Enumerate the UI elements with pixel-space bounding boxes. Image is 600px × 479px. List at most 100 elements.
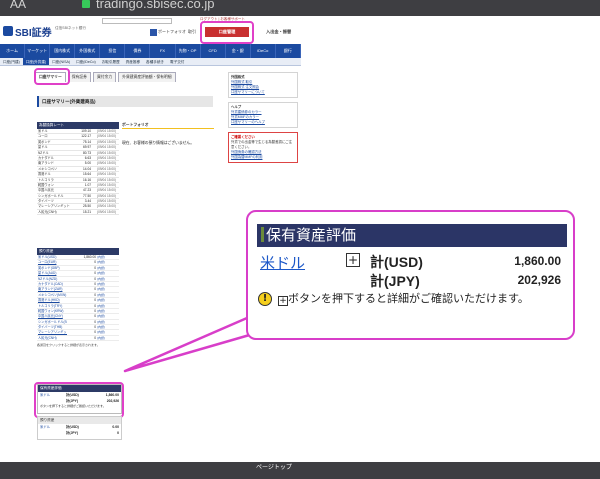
holding-currency-link[interactable]: ユーロ(EUR) bbox=[37, 260, 67, 264]
rate-currency: 韓国ウォン bbox=[38, 182, 54, 187]
url-text[interactable]: tradingo.sbisec.co.jp bbox=[96, 0, 215, 11]
holding-detail-link[interactable]: (内訳) bbox=[97, 287, 119, 291]
holding-detail-link[interactable]: (内訳) bbox=[97, 304, 119, 308]
nav-item[interactable]: 債券 bbox=[125, 44, 151, 58]
rate-value: 1.07 bbox=[84, 182, 91, 187]
holding-currency-link[interactable]: 香港ドル(HKD) bbox=[37, 298, 67, 302]
tab-buying-power[interactable]: 買付余力 bbox=[92, 72, 117, 82]
subnav-item[interactable]: 電子交付 bbox=[167, 58, 187, 65]
nav-item[interactable]: マーケット bbox=[25, 44, 51, 58]
right-sidebar: 外国株式 外国株式 取引 外国株式 注文照会 口座サマリーについて ヘルプ 外貨… bbox=[228, 72, 298, 167]
holding-detail-link[interactable]: (内訳) bbox=[97, 320, 119, 324]
nav-item[interactable]: 銀行 bbox=[276, 44, 301, 58]
holding-detail-link[interactable]: (内訳) bbox=[97, 266, 119, 270]
holding-detail-link[interactable]: (内訳) bbox=[97, 293, 119, 297]
rate-time: (09/04 15:00) bbox=[97, 204, 116, 209]
holding-detail-link[interactable]: (内訳) bbox=[97, 260, 119, 264]
subnav-item[interactable]: 各種手続き bbox=[143, 58, 167, 65]
rate-time: (09/04 15:00) bbox=[97, 139, 116, 144]
holding-currency-link[interactable]: 人民元(CNH) bbox=[37, 336, 67, 340]
nav-item[interactable]: 国内株式 bbox=[50, 44, 76, 58]
subnav-item[interactable]: お取引履歴 bbox=[99, 58, 123, 65]
holding-value: 0 bbox=[94, 276, 96, 281]
holding-detail-link[interactable]: (内訳) bbox=[97, 277, 119, 281]
currency-link-usd[interactable]: 米ドル bbox=[260, 252, 305, 273]
lock-icon bbox=[82, 0, 90, 8]
holdings-panel: 預り資産 米ドル(USD) 1,860.00 (内訳) ユーロ(EUR) 0 (内訳) 英ポ… bbox=[37, 248, 119, 347]
rate-value: 3.44 bbox=[84, 199, 91, 204]
holding-currency-link[interactable]: メキシコペソ(MXN) bbox=[37, 293, 67, 297]
rate-value: 80.73 bbox=[83, 150, 91, 155]
holding-currency-link[interactable]: NZドル(NZD) bbox=[37, 277, 67, 281]
holding-currency-link[interactable]: 南アランド(ZAR) bbox=[37, 287, 67, 291]
holding-value: 0 bbox=[94, 319, 96, 324]
subnav-item-active[interactable]: 口座(外貨建) bbox=[22, 58, 50, 65]
subnav-item[interactable]: 口座(iDeCo) bbox=[73, 58, 99, 65]
rate-value: 122.17 bbox=[81, 134, 91, 139]
nav-item[interactable]: 先物・OP bbox=[176, 44, 201, 58]
sidebar-link[interactable]: 口座サマリーについて bbox=[231, 90, 295, 95]
rate-value: 5.00 bbox=[84, 161, 91, 166]
holding-currency-link[interactable]: カナダドル(CAD) bbox=[37, 282, 67, 286]
rate-value: 15.64 bbox=[83, 172, 91, 177]
nav-item[interactable]: ホーム bbox=[0, 44, 26, 58]
nav-item[interactable]: FX bbox=[150, 44, 176, 58]
page-top-link[interactable]: ページトップ bbox=[256, 462, 292, 471]
holding-detail-link[interactable]: (内訳) bbox=[97, 255, 119, 259]
subnav-item[interactable]: 口座(NISA) bbox=[49, 58, 73, 65]
browser-url-bar[interactable]: AA tradingo.sbisec.co.jp bbox=[0, 0, 600, 16]
tab-foreign-assets[interactable]: 外貨建資産評価額・保有明細 bbox=[118, 72, 176, 82]
portfolio-message: 現在、お客様の預り情報はございません。 bbox=[122, 141, 195, 145]
nav-item[interactable]: 外国株式 bbox=[75, 44, 101, 58]
sidebar-box-help: ヘルプ 外貨建債券のカラー 外貨MMFのカラー 口座サマリーのヘルプ bbox=[228, 102, 298, 128]
holding-currency-link[interactable]: 英ポンド(GBP) bbox=[37, 266, 67, 270]
sidebar-link[interactable]: 口座サマリーのヘルプ bbox=[231, 120, 295, 125]
torihiki-button[interactable]: 取引 bbox=[188, 29, 196, 35]
holding-currency-link[interactable]: 韓国ウォン(KRW) bbox=[37, 309, 67, 313]
tab-holdings[interactable]: 保有証券 bbox=[67, 72, 91, 82]
holding-currency-link[interactable]: 豪ドル(AUD) bbox=[37, 271, 67, 275]
holding-detail-link[interactable]: (内訳) bbox=[97, 282, 119, 286]
nav-item[interactable]: iDeCo bbox=[251, 44, 276, 58]
holding-currency-link[interactable]: 米ドル(USD) bbox=[37, 255, 67, 259]
holding-detail-link[interactable]: (内訳) bbox=[97, 309, 119, 313]
holding-row: 人民元(CNH) 0 (内訳) bbox=[37, 336, 119, 342]
holding-value: 0 bbox=[94, 303, 96, 308]
subnav-item[interactable]: 資産推移 bbox=[123, 58, 143, 65]
holding-currency-link[interactable]: 中国人民元(CNY) bbox=[37, 314, 67, 318]
rate-currency: トルコリラ bbox=[38, 177, 54, 182]
reader-settings-button[interactable]: AA bbox=[10, 0, 26, 11]
holding-detail-link[interactable]: (内訳) bbox=[97, 330, 119, 334]
rate-time: (09/04 15:00) bbox=[97, 199, 116, 204]
holding-currency-link[interactable]: シンガポールドル(SGD) bbox=[37, 320, 67, 324]
highlight-summary-tab bbox=[34, 68, 70, 85]
holding-detail-link[interactable]: (内訳) bbox=[97, 314, 119, 318]
sbi-logo-icon bbox=[3, 26, 13, 36]
holding-currency-link[interactable]: トルコリラ(TRY) bbox=[37, 304, 67, 308]
title-accent-bar bbox=[261, 227, 264, 242]
total-jpy-value: 202,926 bbox=[517, 273, 561, 287]
holding-detail-link[interactable]: (内訳) bbox=[97, 271, 119, 275]
nav-item[interactable]: 金・銀 bbox=[226, 44, 251, 58]
nav-item[interactable]: CFD bbox=[201, 44, 226, 58]
expand-plus-button[interactable]: + bbox=[346, 253, 360, 267]
small-holdings-jpy-value: 0 bbox=[117, 431, 119, 435]
holding-detail-link[interactable]: (内訳) bbox=[97, 336, 119, 340]
deposit-withdraw-button[interactable]: 入出金・振替 bbox=[266, 29, 291, 35]
rate-time: (09/04 15:00) bbox=[97, 177, 116, 182]
rate-time: (09/04 15:00) bbox=[97, 161, 116, 166]
nav-item[interactable]: 投信 bbox=[100, 44, 126, 58]
portfolio-button[interactable]: ポートフォリオ bbox=[158, 29, 186, 35]
holding-currency-link[interactable]: マレーシアリンギット(MYR) bbox=[37, 330, 67, 334]
holding-currency-link[interactable]: タイバーツ(THB) bbox=[37, 325, 67, 329]
subnav-item[interactable]: 口座(円建) bbox=[0, 58, 23, 65]
holding-detail-link[interactable]: (内訳) bbox=[97, 298, 119, 302]
holding-value: 0 bbox=[94, 271, 96, 276]
sbi-logo[interactable]: SBI証券 bbox=[15, 24, 52, 39]
rate-currency: メキシコペソ bbox=[38, 166, 58, 171]
sidebar-warning-box: ご確認ください 外貨での出金等で生じる為替差損にご注意ください。 外国債券の確認… bbox=[228, 132, 298, 163]
total-jpy-label: 計(JPY) bbox=[370, 273, 420, 289]
sidebar-link[interactable]: 外国為替MMFの利用 bbox=[231, 155, 295, 160]
holding-detail-link[interactable]: (内訳) bbox=[97, 325, 119, 329]
search-input[interactable] bbox=[102, 18, 172, 24]
